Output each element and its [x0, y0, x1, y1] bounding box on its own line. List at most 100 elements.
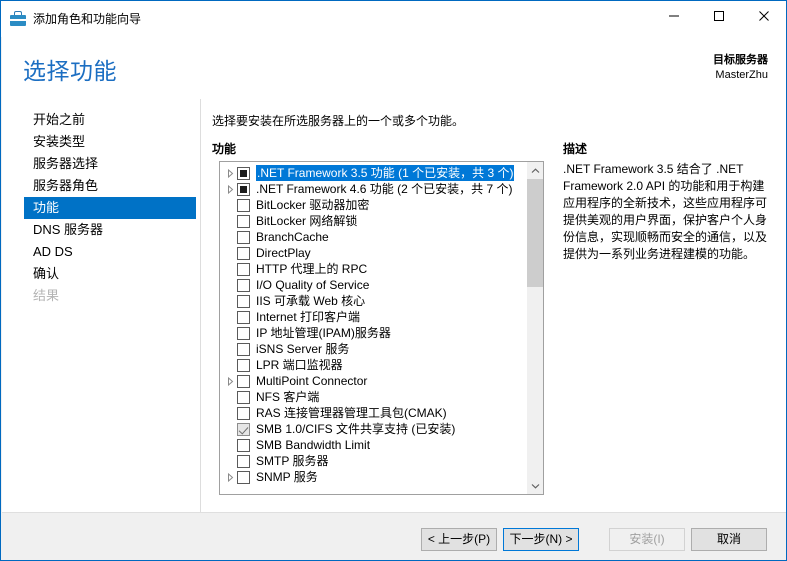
sidebar-item-1[interactable]: 安装类型	[24, 131, 196, 153]
feature-checkbox-unchecked[interactable]	[237, 342, 250, 356]
feature-checkbox-unchecked[interactable]	[237, 438, 250, 452]
feature-checkbox-unchecked[interactable]	[237, 246, 250, 260]
expand-triangle-icon[interactable]	[224, 165, 237, 181]
feature-row[interactable]: .NET Framework 4.6 功能 (2 个已安装，共 7 个)	[220, 181, 527, 197]
feature-checkbox-unchecked[interactable]	[237, 326, 250, 340]
feature-label: MultiPoint Connector	[256, 374, 368, 388]
feature-checkbox-unchecked[interactable]	[237, 470, 250, 484]
feature-row[interactable]: SMTP 服务器	[220, 453, 527, 469]
feature-checkbox-unchecked[interactable]	[237, 278, 250, 292]
expand-triangle-icon[interactable]	[224, 181, 237, 197]
feature-checkbox-unchecked[interactable]	[237, 358, 250, 372]
feature-row[interactable]: I/O Quality of Service	[220, 277, 527, 293]
feature-label: Internet 打印客户端	[256, 310, 361, 324]
feature-row[interactable]: BranchCache	[220, 229, 527, 245]
feature-row[interactable]: SMB Bandwidth Limit	[220, 437, 527, 453]
previous-button[interactable]: < 上一步(P)	[421, 528, 497, 551]
title-bar-left: 添加角色和功能向导	[1, 1, 141, 29]
feature-row[interactable]: Internet 打印客户端	[220, 309, 527, 325]
window-controls	[651, 1, 786, 31]
feature-row[interactable]: iSNS Server 服务	[220, 341, 527, 357]
feature-label: SMTP 服务器	[256, 454, 329, 468]
feature-checkbox-unchecked[interactable]	[237, 454, 250, 468]
minimize-icon[interactable]	[651, 1, 696, 31]
next-button[interactable]: 下一步(N) >	[503, 528, 579, 551]
wizard-footer: < 上一步(P) 下一步(N) > 安装(I) 取消	[2, 512, 786, 560]
chevron-down-icon[interactable]	[527, 477, 543, 494]
feature-row[interactable]: LPR 端口监视器	[220, 357, 527, 373]
feature-label: RAS 连接管理器管理工具包(CMAK)	[256, 406, 447, 420]
scrollbar-thumb[interactable]	[527, 179, 543, 287]
sidebar-item-7[interactable]: 确认	[24, 263, 196, 285]
feature-label: .NET Framework 4.6 功能 (2 个已安装，共 7 个)	[256, 182, 513, 196]
sidebar-item-4[interactable]: 功能	[24, 197, 196, 219]
feature-label: HTTP 代理上的 RPC	[256, 262, 368, 276]
feature-checkbox-installed	[237, 422, 250, 436]
cancel-button[interactable]: 取消	[691, 528, 767, 551]
features-scrollbar[interactable]	[526, 162, 543, 494]
feature-checkbox-unchecked[interactable]	[237, 406, 250, 420]
feature-row[interactable]: BitLocker 驱动器加密	[220, 197, 527, 213]
feature-row[interactable]: RAS 连接管理器管理工具包(CMAK)	[220, 405, 527, 421]
feature-label: BranchCache	[256, 230, 329, 244]
header-band: 选择功能 目标服务器 MasterZhu	[2, 37, 786, 99]
feature-label: IIS 可承载 Web 核心	[256, 294, 366, 308]
feature-row[interactable]: BitLocker 网络解锁	[220, 213, 527, 229]
feature-checkbox-partial[interactable]	[237, 166, 250, 180]
add-roles-features-wizard-window: 添加角色和功能向导 选择功能 目标服务器 MasterZhu 开始之前 安装类型服…	[0, 0, 787, 561]
description-text: .NET Framework 3.5 结合了 .NET Framework 2.…	[563, 162, 768, 261]
feature-checkbox-partial[interactable]	[237, 182, 250, 196]
feature-label: BitLocker 网络解锁	[256, 214, 358, 228]
feature-checkbox-unchecked[interactable]	[237, 198, 250, 212]
feature-row[interactable]: .NET Framework 3.5 功能 (1 个已安装，共 3 个)	[220, 165, 527, 181]
features-list-label: 功能	[212, 142, 237, 156]
feature-checkbox-unchecked[interactable]	[237, 262, 250, 276]
feature-checkbox-unchecked[interactable]	[237, 374, 250, 388]
title-bar[interactable]: 添加角色和功能向导	[1, 1, 786, 37]
feature-checkbox-unchecked[interactable]	[237, 214, 250, 228]
feature-label: LPR 端口监视器	[256, 358, 343, 372]
features-list-items: .NET Framework 3.5 功能 (1 个已安装，共 3 个) .NET…	[220, 165, 527, 493]
expand-triangle-icon[interactable]	[224, 373, 237, 389]
feature-row[interactable]: DirectPlay	[220, 245, 527, 261]
feature-row[interactable]: MultiPoint Connector	[220, 373, 527, 389]
sidebar-item-6[interactable]: AD DS	[24, 241, 196, 263]
feature-row[interactable]: SMB 1.0/CIFS 文件共享支持 (已安装)	[220, 421, 527, 437]
feature-row[interactable]: SNMP 服务	[220, 469, 527, 485]
features-list-box[interactable]: .NET Framework 3.5 功能 (1 个已安装，共 3 个) .NET…	[219, 161, 544, 495]
sidebar-item-3[interactable]: 服务器角色	[24, 175, 196, 197]
maximize-icon[interactable]	[696, 1, 741, 31]
feature-label: SMB Bandwidth Limit	[256, 438, 371, 452]
sidebar-item-2[interactable]: 服务器选择	[24, 153, 196, 175]
feature-checkbox-unchecked[interactable]	[237, 230, 250, 244]
feature-row[interactable]: IIS 可承载 Web 核心	[220, 293, 527, 309]
window-title: 添加角色和功能向导	[33, 12, 142, 26]
feature-checkbox-unchecked[interactable]	[237, 310, 250, 324]
target-server-name: MasterZhu	[715, 69, 768, 81]
sidebar-item-0[interactable]: 开始之前	[24, 109, 196, 131]
expand-triangle-icon[interactable]	[224, 469, 237, 485]
feature-row[interactable]: IP 地址管理(IPAM)服务器	[220, 325, 527, 341]
sidebar-item-5[interactable]: DNS 服务器	[24, 219, 196, 241]
feature-label: SMB 1.0/CIFS 文件共享支持 (已安装)	[256, 422, 456, 436]
chevron-up-icon[interactable]	[527, 162, 543, 179]
target-server-info: 目标服务器 MasterZhu	[713, 53, 768, 83]
feature-label: .NET Framework 3.5 功能 (1 个已安装，共 3 个)	[256, 165, 515, 181]
close-icon[interactable]	[741, 1, 786, 31]
feature-row[interactable]: NFS 客户端	[220, 389, 527, 405]
feature-label: NFS 客户端	[256, 390, 320, 404]
feature-row[interactable]: HTTP 代理上的 RPC	[220, 261, 527, 277]
feature-label: IP 地址管理(IPAM)服务器	[256, 326, 391, 340]
feature-checkbox-unchecked[interactable]	[237, 294, 250, 308]
feature-checkbox-unchecked[interactable]	[237, 390, 250, 404]
